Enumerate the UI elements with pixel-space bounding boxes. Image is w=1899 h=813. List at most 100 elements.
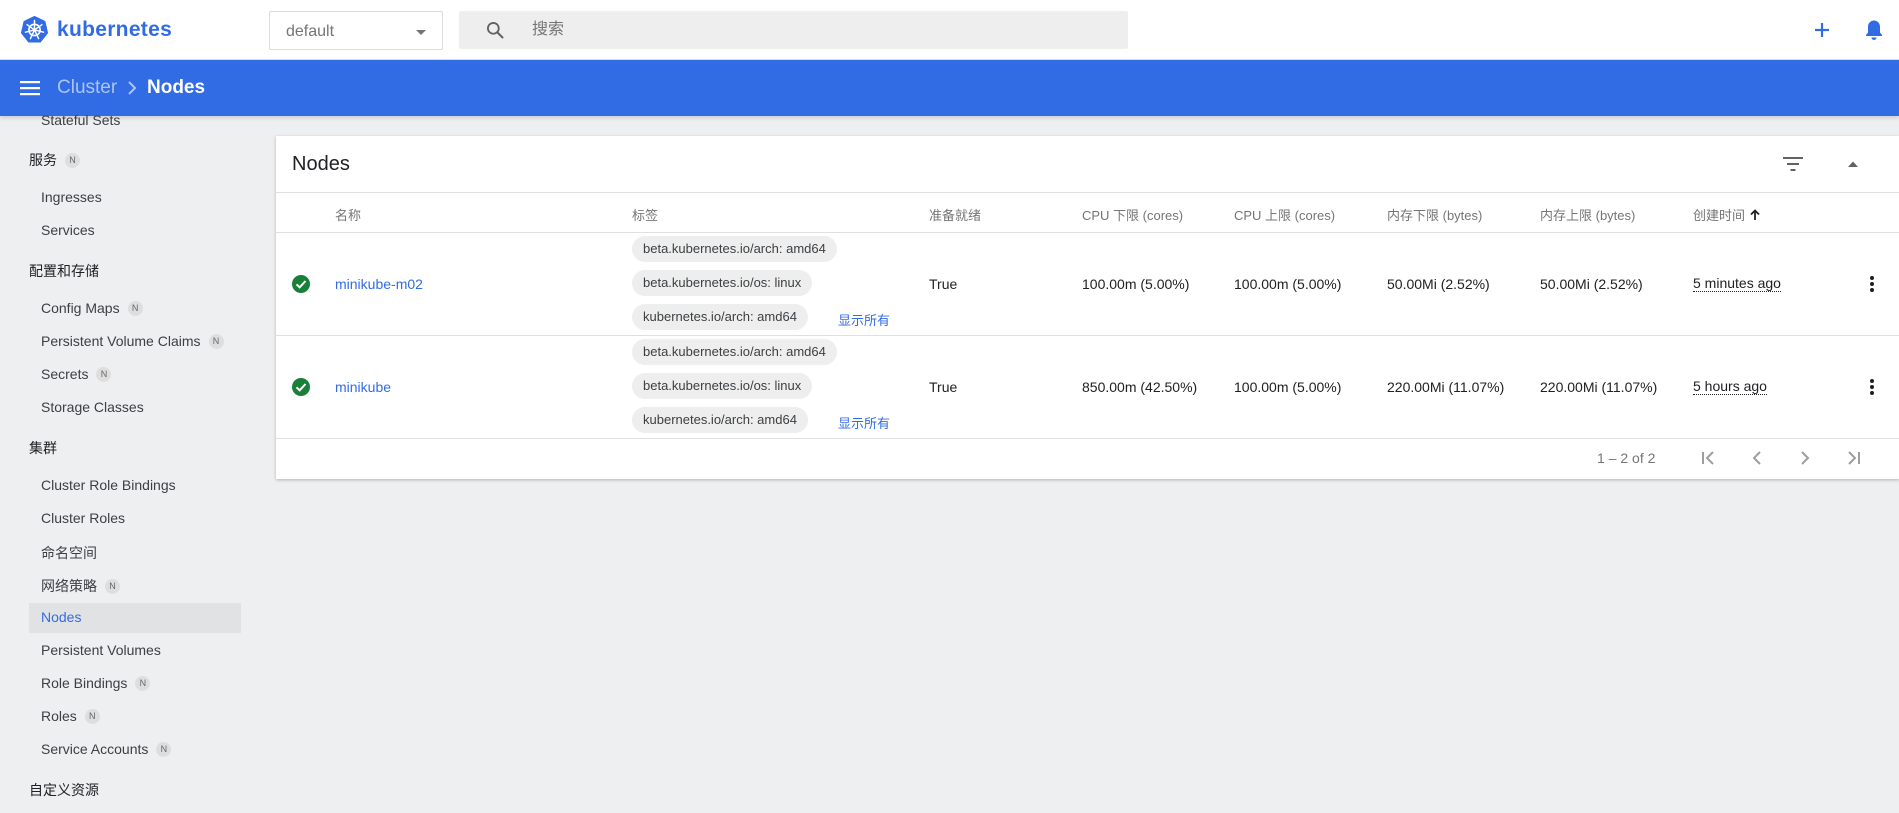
- namespaced-badge: N: [96, 366, 112, 382]
- sidebar-category-label: 配置和存储: [29, 263, 99, 279]
- divider: [276, 335, 1899, 336]
- column-header-created-label: 创建时间: [1693, 208, 1746, 223]
- namespaced-badge: N: [105, 578, 120, 594]
- ready-value: True: [929, 379, 958, 395]
- logo[interactable]: kubernetes: [20, 15, 172, 44]
- label-chip: beta.kubernetes.io/os: linux: [632, 373, 813, 399]
- first-page-icon: [1702, 451, 1714, 465]
- namespaced-badge: N: [208, 333, 224, 349]
- dropdown-arrow-icon: [416, 30, 426, 35]
- sidebar-category-services: 服务 N: [29, 150, 80, 170]
- sidebar-item-label: Storage Classes: [41, 399, 144, 415]
- sidebar-item-cluster-roles[interactable]: Cluster Roles: [41, 510, 125, 526]
- sidebar-category-label: 自定义资源: [29, 782, 99, 798]
- sidebar-category-label: 集群: [29, 440, 57, 456]
- kubernetes-logo-icon: [20, 15, 49, 43]
- namespaced-badge: N: [84, 708, 100, 724]
- created-age: 5 minutes ago: [1693, 275, 1781, 292]
- check-circle-icon: [292, 275, 310, 293]
- first-page-button[interactable]: [1694, 443, 1724, 473]
- sidebar-item-label: 网络策略: [41, 578, 97, 594]
- sidebar-category-label: 服务: [29, 152, 57, 168]
- collapse-button[interactable]: [1839, 150, 1867, 178]
- pagination-range: 1 – 2 of 2: [1597, 450, 1656, 466]
- sidebar-item-services[interactable]: Services: [41, 222, 95, 238]
- created-age: 5 hours ago: [1693, 378, 1767, 395]
- sidebar-category-config-storage: 配置和存储: [29, 261, 99, 281]
- sidebar-item-label: Persistent Volume Claims: [41, 333, 201, 349]
- mem-requests-value: 50.00Mi (2.52%): [1387, 276, 1490, 292]
- search-input[interactable]: [532, 11, 1112, 49]
- sidebar: Stateful Sets 服务 N Ingresses Services 配置和…: [0, 112, 255, 813]
- next-page-button[interactable]: [1790, 443, 1820, 473]
- sidebar-category-custom-resources[interactable]: 自定义资源: [29, 780, 99, 800]
- sidebar-item-label: Role Bindings: [41, 675, 128, 691]
- sidebar-item-secrets[interactable]: Secrets N: [41, 366, 112, 382]
- check-circle-icon: [292, 378, 310, 396]
- logo-text: kubernetes: [57, 17, 173, 41]
- page-title: Nodes: [147, 77, 206, 98]
- mem-limits-value: 220.00Mi (11.07%): [1540, 379, 1658, 395]
- show-all-labels-link[interactable]: 显示所有: [838, 413, 890, 432]
- nodes-card: Nodes 名称 标签 准备就绪 CPU 下限 (cores) CPU 上限 (…: [276, 136, 1899, 479]
- next-page-icon: [1801, 451, 1810, 465]
- sidebar-item-label: Nodes: [41, 609, 82, 625]
- sidebar-item-pvc[interactable]: Persistent Volume Claims N: [41, 333, 224, 349]
- column-header-cpu-requests: CPU 下限 (cores): [1082, 208, 1184, 223]
- previous-page-button[interactable]: [1742, 443, 1772, 473]
- breadcrumb-cluster[interactable]: Cluster: [57, 77, 117, 99]
- sidebar-item-persistent-volumes[interactable]: Persistent Volumes: [41, 642, 161, 658]
- sidebar-item-config-maps[interactable]: Config Maps N: [41, 300, 143, 316]
- mem-limits-value: 50.00Mi (2.52%): [1540, 276, 1643, 292]
- node-name-link[interactable]: minikube-m02: [335, 276, 423, 292]
- namespace-value: default: [286, 23, 335, 40]
- column-header-ready: 准备就绪: [929, 208, 982, 223]
- search-icon: [487, 22, 504, 39]
- notifications-button[interactable]: [1860, 16, 1888, 44]
- namespaced-badge: N: [65, 152, 80, 168]
- ready-value: True: [929, 276, 958, 292]
- row-actions-button[interactable]: [1860, 375, 1884, 399]
- cpu-limits-value: 100.00m (5.00%): [1234, 276, 1342, 292]
- prev-page-icon: [1752, 451, 1761, 465]
- label-chip: beta.kubernetes.io/arch: amd64: [632, 236, 837, 262]
- sidebar-item-roles[interactable]: Roles N: [41, 708, 100, 724]
- namespaced-badge: N: [135, 675, 151, 691]
- create-button[interactable]: [1808, 16, 1836, 44]
- namespace-select[interactable]: default: [269, 11, 443, 50]
- column-header-cpu-limits: CPU 上限 (cores): [1234, 208, 1336, 223]
- sidebar-item-label: Stateful Sets: [41, 112, 121, 128]
- namespaced-badge: N: [127, 300, 143, 316]
- sidebar-item-ingresses[interactable]: Ingresses: [41, 189, 102, 205]
- card-title: Nodes: [292, 153, 350, 175]
- sidebar-item-nodes[interactable]: Nodes: [41, 609, 81, 625]
- sidebar-item-namespaces[interactable]: 命名空间: [41, 543, 97, 563]
- sidebar-item-service-accounts[interactable]: Service Accounts N: [41, 741, 172, 757]
- row-actions-button[interactable]: [1860, 272, 1884, 296]
- sidebar-item-storage-classes[interactable]: Storage Classes: [41, 399, 144, 415]
- sidebar-item-stateful-sets[interactable]: Stateful Sets: [41, 112, 120, 128]
- column-header-name[interactable]: 名称: [335, 205, 361, 224]
- menu-icon[interactable]: [19, 77, 41, 99]
- column-header-labels: 标签: [632, 208, 659, 223]
- column-header-created[interactable]: 创建时间: [1693, 205, 1761, 224]
- cpu-limits-value: 100.00m (5.00%): [1234, 379, 1342, 395]
- node-name-link[interactable]: minikube: [335, 379, 391, 395]
- filter-icon: [1783, 157, 1803, 171]
- sidebar-item-network-policies[interactable]: 网络策略 N: [41, 576, 120, 596]
- more-vert-icon: [1870, 276, 1874, 292]
- sidebar-item-cluster-role-bindings[interactable]: Cluster Role Bindings: [41, 477, 176, 493]
- last-page-icon: [1848, 451, 1860, 465]
- divider: [276, 232, 1899, 233]
- label-chip: kubernetes.io/arch: amd64: [632, 407, 808, 433]
- sidebar-item-label: Cluster Role Bindings: [41, 477, 176, 493]
- filter-button[interactable]: [1779, 150, 1807, 178]
- bell-icon: [1866, 20, 1882, 40]
- last-page-button[interactable]: [1838, 443, 1868, 473]
- sidebar-item-role-bindings[interactable]: Role Bindings N: [41, 675, 151, 691]
- show-all-labels-link[interactable]: 显示所有: [838, 310, 890, 329]
- sidebar-item-label: 命名空间: [41, 545, 97, 561]
- namespaced-badge: N: [156, 741, 172, 757]
- label-chip: beta.kubernetes.io/os: linux: [632, 270, 813, 296]
- cpu-requests-value: 850.00m (42.50%): [1082, 379, 1198, 395]
